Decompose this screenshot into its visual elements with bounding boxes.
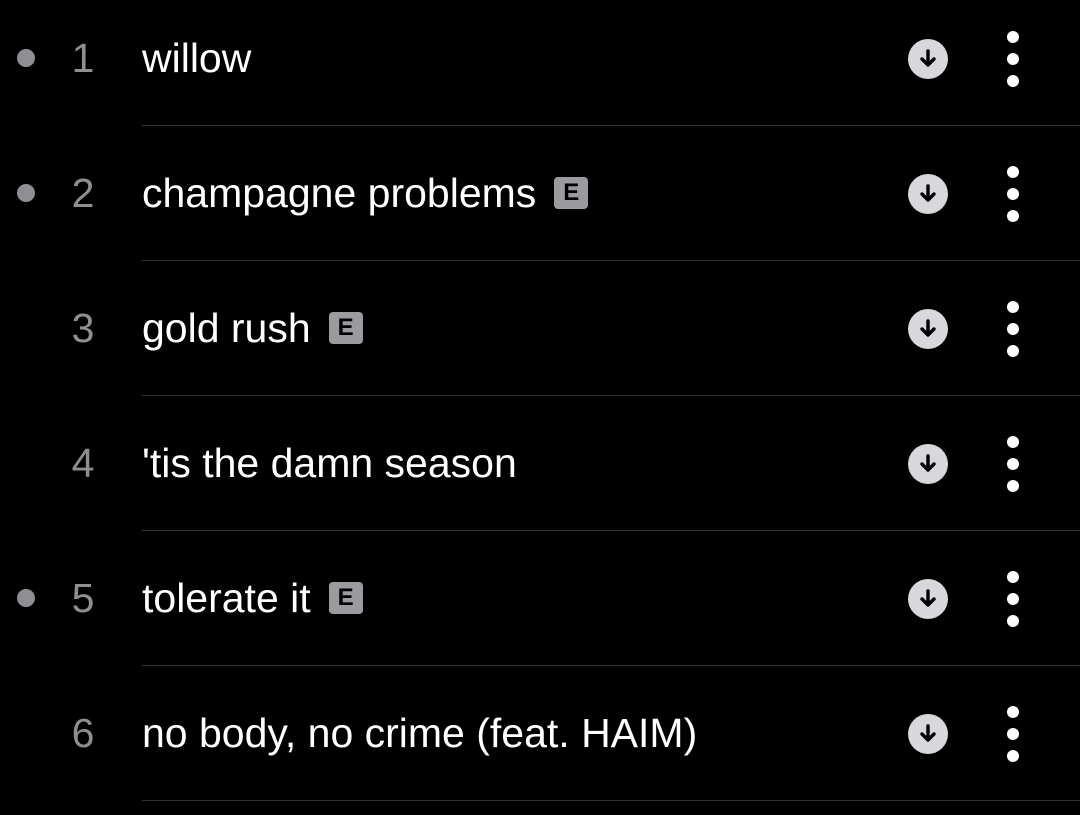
track-number: 5 [71,575,95,621]
track-title: gold rush [142,305,311,351]
vertical-ellipsis-icon [1007,301,1019,313]
more-options-button[interactable] [996,571,1030,627]
track-title-wrap: 'tis the damn season [142,440,517,486]
more-options-button[interactable] [996,301,1030,357]
download-arrow-circle-icon [920,589,936,607]
track-list: 1 willow 2 champagne problems E 3 gold r… [0,0,1080,815]
more-options-button[interactable] [996,166,1030,222]
more-options-button[interactable] [996,436,1030,492]
download-button[interactable] [908,444,948,484]
track-number: 2 [71,170,95,216]
track-title-wrap: no body, no crime (feat. HAIM) [142,710,697,756]
explicit-badge: E [554,177,589,209]
download-arrow-circle-icon [920,454,936,472]
track-title: champagne problems [142,170,537,216]
download-arrow-circle-icon [920,49,936,67]
vertical-ellipsis-icon [1007,571,1019,583]
vertical-ellipsis-icon [1007,166,1019,178]
indicator-dot [17,184,35,202]
track-title-wrap: gold rush E [142,305,363,351]
download-arrow-circle-icon [920,184,936,202]
explicit-badge: E [328,312,363,344]
track-title: tolerate it [142,575,311,621]
indicator-dot [17,589,35,607]
track-title: willow [142,35,252,81]
track-title-wrap: champagne problems E [142,170,589,216]
more-options-button[interactable] [996,31,1030,87]
track-row[interactable]: 4 'tis the damn season [0,396,1080,531]
track-row[interactable]: 5 tolerate it E [0,531,1080,666]
vertical-ellipsis-icon [1007,436,1019,448]
download-button[interactable] [908,39,948,79]
track-row[interactable]: 2 champagne problems E [0,126,1080,261]
vertical-ellipsis-icon [1007,706,1019,718]
more-options-button[interactable] [996,706,1030,762]
track-number: 4 [71,440,95,486]
track-title-wrap: tolerate it E [142,575,363,621]
track-title-wrap: willow [142,35,251,81]
download-button[interactable] [908,714,948,754]
track-number: 3 [71,305,95,351]
track-title: no body, no crime (feat. HAIM) [142,710,698,756]
download-button[interactable] [908,579,948,619]
track-title: 'tis the damn season [142,440,517,486]
track-row[interactable]: 1 willow [0,0,1080,126]
track-row[interactable]: 3 gold rush E [0,261,1080,396]
vertical-ellipsis-icon [1007,31,1019,43]
download-arrow-circle-icon [920,724,936,742]
download-arrow-circle-icon [920,319,936,337]
download-button[interactable] [908,174,948,214]
track-number: 1 [71,35,95,81]
track-number: 6 [71,710,95,756]
row-separator [142,800,1080,801]
explicit-badge: E [328,582,363,614]
indicator-dot [17,49,35,67]
download-button[interactable] [908,309,948,349]
track-row[interactable]: 6 no body, no crime (feat. HAIM) [0,666,1080,801]
